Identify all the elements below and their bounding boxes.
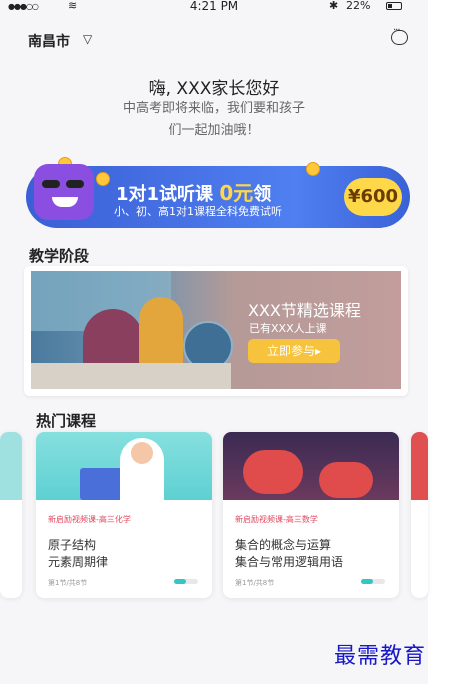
join-button[interactable]: 立即参与▸ xyxy=(248,339,340,363)
greeting-title: 嗨, XXX家长您好 xyxy=(148,79,280,99)
course-title: 元素周期律 xyxy=(48,555,109,569)
coin-icon xyxy=(96,172,110,186)
course-card-partial[interactable] xyxy=(0,432,22,598)
course-card-partial[interactable] xyxy=(411,432,428,598)
section-title-hot: 热门课程 xyxy=(36,412,97,430)
coin-icon xyxy=(306,162,320,176)
section-title-stage: 教学阶段 xyxy=(29,247,90,265)
course-progress-bar xyxy=(174,579,198,584)
bluetooth-icon: ✱ xyxy=(329,0,339,12)
course-progress-text: 第1节/共8节 xyxy=(48,579,88,587)
message-icon[interactable] xyxy=(391,25,408,45)
course-card[interactable]: 新启励视频课-高三化学 原子结构 元素周期律 第1节/共8节 xyxy=(36,432,212,598)
course-illustration xyxy=(223,432,399,500)
app-screen: ●●●○○ ≋ 4:21 PM ✱ 22% 南昌市 ▽ 嗨, XXX家长您好 中… xyxy=(0,0,428,684)
chevron-down-icon[interactable]: ▽ xyxy=(83,32,92,46)
course-progress-text: 第1节/共8节 xyxy=(235,579,275,587)
course-card[interactable]: 新启励视频课-高三数学 集合的概念与运算 集合与常用逻辑用语 第1节/共8节 xyxy=(223,432,399,598)
stage-title: XXX节精选课程 xyxy=(248,301,361,320)
greeting-line-1: 中高考即将来临，我们要和孩子 xyxy=(122,101,305,116)
banner-title: 1对1试听课 0元领 xyxy=(116,181,272,205)
city-selector[interactable]: 南昌市 xyxy=(28,31,70,51)
course-tag: 新启励视频课-高三化学 xyxy=(48,515,131,524)
course-title: 集合与常用逻辑用语 xyxy=(235,555,344,569)
battery-icon xyxy=(386,2,402,10)
course-title: 集合的概念与运算 xyxy=(235,538,332,552)
stage-subtitle: 已有XXX人上课 xyxy=(249,322,327,335)
watermark-text: 最需教育 xyxy=(334,644,427,669)
course-tag: 新启励视频课-高三数学 xyxy=(235,515,318,524)
course-illustration xyxy=(36,432,212,500)
course-progress-bar xyxy=(361,579,385,584)
greeting-line-2: 们一起加油哦！ xyxy=(168,123,260,138)
price-badge: ¥600 xyxy=(344,178,402,216)
stage-photo xyxy=(31,271,401,389)
battery-percent: 22% xyxy=(346,0,371,12)
mascot-icon xyxy=(34,164,94,220)
page-margin xyxy=(428,0,455,684)
banner-subtitle: 小、初、高1对1课程全科免费试听 xyxy=(114,205,282,218)
status-bar: ●●●○○ ≋ 4:21 PM ✱ 22% xyxy=(0,0,428,14)
course-title: 原子结构 xyxy=(48,538,97,552)
